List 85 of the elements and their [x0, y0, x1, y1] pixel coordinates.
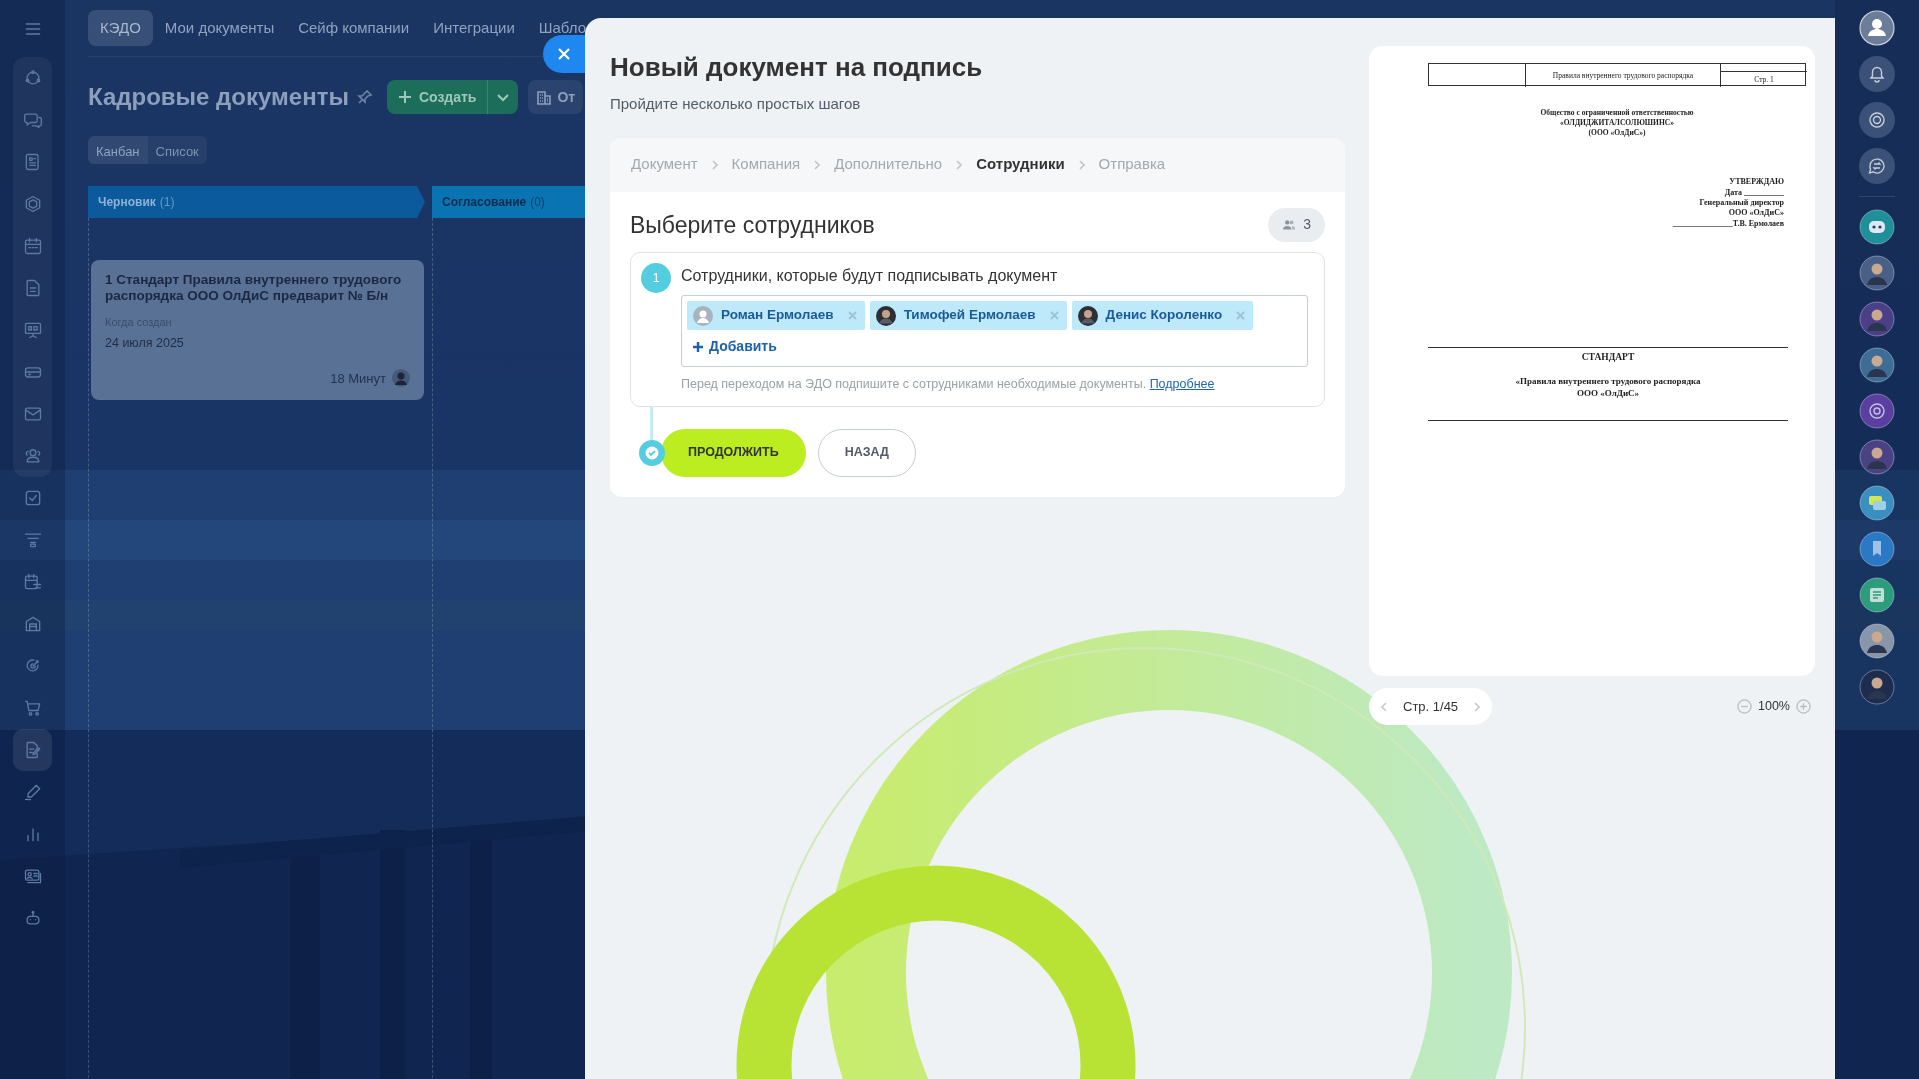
employee-name: Тимофей Ермолаев [903, 306, 1036, 325]
approval-line: Дата __________ [1724, 187, 1784, 199]
modal-subtitle: Пройдите несколько простых шагов [610, 94, 862, 114]
create-button[interactable]: Создать [386, 80, 489, 114]
employee-name: Роман Ермолаев [721, 306, 834, 325]
card-date: 24 июля 2025 [105, 335, 185, 353]
approval-line: Генеральный директор [1699, 198, 1784, 209]
user-avatar-icon[interactable] [1859, 10, 1895, 46]
document-heading: СТАНДАРТ [1580, 351, 1636, 365]
employee-field[interactable]: Роман Ермолаев Тимофей Ермолаев Денис Короленко Добавить [681, 295, 1308, 367]
avatar-icon [693, 305, 713, 326]
chevron-icon [709, 159, 720, 170]
zoom-level: 100% [1758, 698, 1790, 716]
cart-icon [22, 698, 43, 718]
bookmark-icon[interactable] [1859, 531, 1895, 567]
chevron-icon [954, 159, 965, 170]
avatar-icon[interactable] [1859, 623, 1895, 659]
avatar-icon[interactable] [1859, 669, 1895, 705]
chevron-icon [812, 159, 823, 170]
pencil-icon [22, 782, 43, 802]
nav-tab[interactable]: КЭДО [88, 9, 153, 47]
wizard-step[interactable]: Сотрудники [976, 153, 1065, 176]
continue-button[interactable]: ПРОДОЛЖИТЬ [661, 428, 806, 477]
sidebar-item[interactable] [13, 729, 52, 771]
newspaper-icon[interactable] [1859, 577, 1895, 613]
avatar-icon [392, 369, 410, 388]
document-title-line: ООО «ОлДиС» [1576, 388, 1640, 400]
robot-icon[interactable] [1859, 209, 1895, 245]
board-icon [22, 320, 43, 340]
nav-tab[interactable]: Интеграции [421, 9, 527, 47]
chevron-right-icon[interactable] [1472, 701, 1483, 712]
avatar-icon[interactable] [1859, 301, 1895, 337]
employee-tag[interactable]: Денис Короленко [1071, 301, 1254, 330]
approval-line: УТВЕРЖДАЮ [1729, 177, 1784, 188]
close-icon [556, 46, 572, 62]
pin-icon[interactable] [356, 89, 373, 105]
bell-icon[interactable] [1859, 56, 1895, 92]
employee-name: Денис Короленко [1105, 306, 1223, 325]
back-button[interactable]: НАЗАД [817, 428, 916, 477]
modal-title: Новый документ на подпись [610, 51, 984, 84]
view-tab[interactable]: Канбан [88, 136, 148, 164]
plus-icon [397, 90, 412, 104]
plus-icon [693, 341, 703, 352]
people-icon [1282, 217, 1297, 232]
avatar-icon [875, 305, 896, 326]
chat-icon[interactable] [1859, 485, 1895, 521]
employee-tag[interactable]: Тимофей Ермолаев [869, 301, 1067, 330]
page-indicator: Стр. 1/45 [1403, 697, 1459, 716]
close-button[interactable] [543, 35, 585, 73]
chat-exchange-icon[interactable] [1859, 148, 1895, 184]
document-title-line: «Правила внутреннего трудового распорядка [1515, 376, 1701, 389]
avatar-icon [1077, 305, 1098, 326]
check-icon [639, 439, 665, 466]
company-button[interactable]: От [528, 80, 584, 114]
more-link[interactable]: Подробнее [1149, 377, 1215, 391]
calendar-list-icon [22, 572, 43, 592]
page-title: Кадровые документы [88, 82, 349, 112]
column-title: Черновик [98, 194, 156, 211]
zoom-in-icon[interactable] [1796, 699, 1811, 714]
card-age: 18 Минут [330, 369, 386, 388]
employee-tag[interactable]: Роман Ермолаев [687, 301, 865, 330]
section-title: Выберите сотрудников [630, 210, 875, 240]
nav-tab[interactable]: Мои документы [152, 9, 287, 47]
zoom-out-icon[interactable] [1737, 699, 1752, 714]
approval-line: _______________Т.В. Ермолаев [1672, 218, 1784, 230]
avatar-icon[interactable] [1859, 439, 1895, 475]
group-label: Сотрудники, которые будут подписывать документ [681, 266, 1059, 286]
view-tab[interactable]: Список [147, 136, 207, 164]
hint-text: Перед переходом на ЭДО подпишите с сотрудниками необходимые документы. Подробнее [681, 376, 1216, 393]
nav-tab[interactable]: Сейф компании [286, 9, 422, 47]
badge-count: 3 [1303, 215, 1311, 235]
avatar-icon[interactable] [1859, 255, 1895, 291]
building-icon [536, 89, 553, 105]
avatar-icon[interactable] [1859, 347, 1895, 383]
card-title: 1 Стандарт Правила внутреннего трудового распорядка ООО ОлДиС предварит № Б/н [105, 272, 403, 304]
column-title: Согласование [442, 194, 527, 211]
step-number: 1 [641, 263, 671, 293]
chevron-left-icon[interactable] [1379, 701, 1389, 712]
chevron-icon [1076, 159, 1087, 170]
column-count: (0) [530, 194, 545, 211]
calendar-icon [22, 236, 43, 256]
column-count: (1) [159, 194, 175, 211]
approval-line: ООО «ОлДиС» [1728, 208, 1784, 219]
dropdown-button[interactable] [488, 80, 519, 114]
add-link[interactable]: Добавить [693, 336, 777, 357]
